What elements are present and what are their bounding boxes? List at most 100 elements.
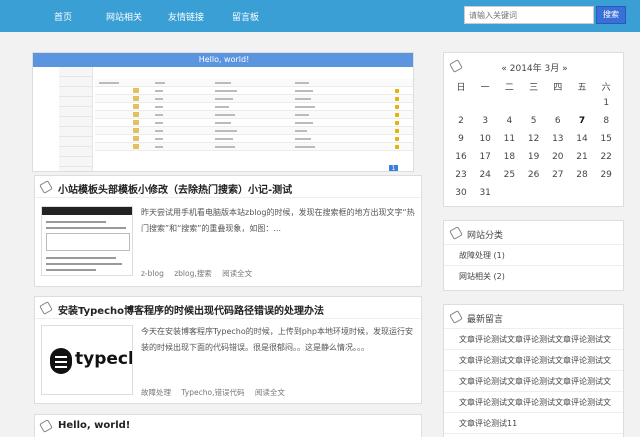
calendar-day: 6 [554, 116, 561, 126]
post-card: 小站模板头部模板小修改（去除热门搜索）小记-测试 昨天尝试用手机看电脑版本站zb… [34, 175, 422, 287]
calendar-weekday: 二 [504, 83, 514, 93]
read-more-link[interactable]: 阅读全文 [222, 269, 252, 278]
calendar-weekday: 一 [480, 83, 490, 93]
calendar-day: 13 [552, 134, 564, 144]
search-input[interactable] [464, 6, 594, 24]
calendar-day: 14 [576, 134, 588, 144]
banner-title: Hello, world! [33, 53, 413, 67]
comment-item[interactable]: 文章评论测试文章评论测试文章评论测试文 [444, 350, 623, 371]
tag-icon [39, 180, 53, 194]
banner-mini-table [95, 79, 413, 151]
calendar-day: 29 [600, 170, 612, 180]
tag-icon [449, 226, 463, 240]
calendar-widget: « 2014年 3月 » 日一二三四五六 1 2 3 4 5 6 7 8 9 10 11 12 13 14 1… [443, 52, 624, 207]
nav-friend-links[interactable]: 友情链接 [168, 10, 204, 23]
calendar-week-row: 16 17 18 19 20 21 22 [449, 149, 619, 167]
calendar-weekday: 四 [553, 83, 563, 93]
calendar-day: 17 [479, 152, 491, 162]
post-title[interactable]: Hello, world! [58, 420, 130, 431]
widget-title: 最新留言 [467, 315, 504, 325]
post-thumbnail[interactable] [41, 206, 133, 276]
comment-item[interactable]: 文章评论测试文章评论测试文章评论测试文 [444, 371, 623, 392]
calendar-day: 20 [552, 152, 564, 162]
calendar-day: 16 [455, 152, 467, 162]
tag-icon [39, 301, 53, 315]
calendar-day: 27 [552, 170, 564, 180]
comment-item[interactable]: 文章评论测试11 [444, 413, 623, 434]
post-thumbnail[interactable]: typecho [41, 325, 133, 395]
calendar-day: 12 [527, 134, 540, 144]
calendar-weekday: 五 [577, 83, 587, 93]
categories-widget: 网站分类 故障处理 (1) 网站相关 (2) [443, 220, 624, 291]
calendar-weekday: 三 [529, 83, 539, 93]
calendar-day: 31 [479, 188, 491, 198]
nav-home[interactable]: 首页 [54, 10, 72, 23]
post-meta: 故障处理 Typecho,错误代码 阅读全文 [141, 387, 293, 398]
top-nav-bar: 首页 网站相关 友情链接 留言板 搜索 [0, 0, 640, 32]
calendar-day: 26 [527, 170, 540, 180]
calendar-day: 19 [527, 152, 540, 162]
widget-header: 网站分类 [444, 221, 623, 245]
post-card: 安装Typecho博客程序的时候出现代码路径错误的处理办法 typecho 今天… [34, 296, 422, 404]
post-header: 小站模板头部模板小修改（去除热门搜索）小记-测试 [35, 176, 421, 198]
calendar-day: 2 [458, 116, 464, 126]
calendar-day: 15 [600, 134, 612, 144]
typecho-logo-text: typecho [75, 349, 132, 369]
calendar-week-row: 1 [449, 95, 619, 113]
calendar-day: 24 [479, 170, 491, 180]
calendar-day: 9 [458, 134, 464, 144]
search-button[interactable]: 搜索 [596, 6, 626, 24]
category-item[interactable]: 故障处理 (1) [444, 245, 623, 266]
calendar-weekday: 六 [601, 83, 611, 93]
tag-icon [449, 310, 463, 324]
calendar-day: 18 [503, 152, 516, 162]
read-more-link[interactable]: 阅读全文 [255, 388, 285, 397]
post-card: Hello, world! [34, 414, 422, 437]
calendar-day: 23 [455, 170, 467, 180]
calendar-day: 5 [530, 116, 537, 126]
widget-title: 网站分类 [467, 231, 504, 241]
calendar-day[interactable]: 7 [570, 116, 594, 126]
post-title[interactable]: 安装Typecho博客程序的时候出现代码路径错误的处理办法 [58, 302, 324, 317]
post-excerpt: 今天在安装博客程序Typecho的时候，上传到php本地环境时候，发现运行安装的… [141, 327, 413, 352]
banner-pager: 1 2 [389, 163, 413, 171]
banner-image[interactable]: Hello, world! 1 2 [32, 52, 414, 172]
calendar-day: 8 [603, 116, 610, 126]
calendar-day: 25 [503, 170, 516, 180]
calendar-week-row: 23 24 25 26 27 28 29 [449, 167, 619, 185]
calendar-weekday-row: 日一二三四五六 [449, 77, 619, 95]
comment-item[interactable]: 文章评论测试文章评论测试文章评论测试文 [444, 392, 623, 413]
post-header: 安装Typecho博客程序的时候出现代码路径错误的处理办法 [35, 297, 421, 319]
calendar-day: 28 [576, 170, 588, 180]
calendar-day: 30 [455, 188, 467, 198]
calendar-day: 4 [506, 116, 513, 126]
calendar-weekday: 日 [456, 83, 466, 93]
calendar-day: 21 [576, 152, 588, 162]
comments-widget: 最新留言 文章评论测试文章评论测试文章评论测试文 文章评论测试文章评论测试文章评… [443, 304, 624, 437]
meta-tags[interactable]: zblog,搜索 [174, 269, 212, 278]
calendar-title[interactable]: « 2014年 3月 » [444, 61, 625, 74]
nav-site-related[interactable]: 网站相关 [106, 10, 142, 23]
calendar-grid: 日一二三四五六 1 2 3 4 5 6 7 8 9 10 11 12 13 14 15 16 17 18 19 20 21… [449, 77, 619, 203]
nav-guestbook[interactable]: 留言板 [232, 10, 259, 23]
category-item[interactable]: 网站相关 (2) [444, 266, 623, 287]
post-meta: z-blog zblog,搜索 阅读全文 [141, 268, 260, 279]
post-title[interactable]: 小站模板头部模板小修改（去除热门搜索）小记-测试 [58, 181, 292, 196]
banner-mini-sidebar [59, 67, 93, 171]
post-header: Hello, world! [35, 415, 421, 437]
widget-header: 最新留言 [444, 305, 623, 329]
meta-category[interactable]: 故障处理 [141, 388, 171, 397]
meta-category[interactable]: z-blog [141, 269, 164, 278]
comment-item[interactable]: 文章评论测试文章评论测试文章评论测试文 [444, 329, 623, 350]
calendar-week-row: 30 31 [449, 185, 619, 203]
calendar-week-row: 9 10 11 12 13 14 15 [449, 131, 619, 149]
calendar-day: 3 [482, 116, 489, 126]
calendar-day: 10 [479, 134, 491, 144]
tag-icon [39, 419, 53, 433]
meta-tags[interactable]: Typecho,错误代码 [181, 388, 244, 397]
calendar-day: 1 [603, 98, 610, 108]
pager-page-1[interactable]: 1 [389, 165, 398, 171]
calendar-week-row: 2 3 4 5 678 [449, 113, 619, 131]
post-excerpt: 昨天尝试用手机看电脑版本站zblog的时候，发现在搜索框的地方出现文字“热门搜索… [141, 208, 415, 233]
calendar-day: 22 [600, 152, 612, 162]
